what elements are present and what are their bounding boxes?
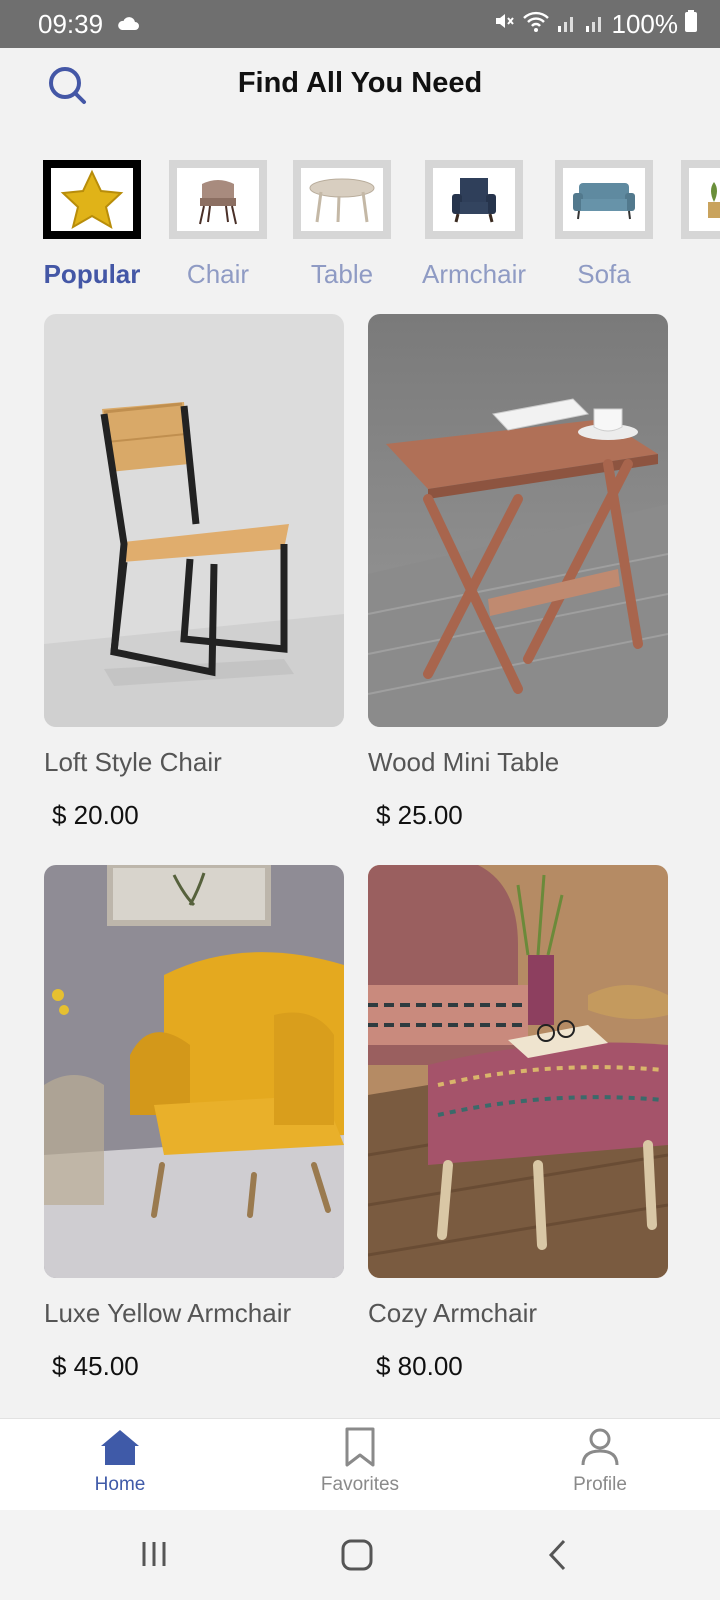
- star-icon: [51, 168, 133, 231]
- table-icon: [301, 168, 383, 231]
- category-table[interactable]: Table: [287, 160, 397, 290]
- category-thumb: [169, 160, 267, 239]
- product-card[interactable]: Luxe Yellow Armchair $ 45.00: [44, 865, 344, 1382]
- category-label: Armchair: [421, 259, 526, 289]
- nav-label: Favorites: [320, 1474, 400, 1495]
- status-bar: 09:39 100%: [0, 0, 720, 48]
- category-label: Popular: [43, 259, 141, 289]
- category-label: Chair: [186, 259, 250, 289]
- page-title: Find All You Need: [237, 67, 483, 99]
- category-popular[interactable]: Popular: [37, 160, 147, 290]
- product-card[interactable]: Loft Style Chair $ 20.00: [44, 314, 344, 831]
- system-navigation-bar: [0, 1510, 720, 1600]
- chair-icon: [177, 168, 259, 231]
- armchair-icon: [433, 168, 515, 231]
- category-list[interactable]: Popular Chair Table Armchair Sofa: [0, 160, 720, 300]
- battery-icon: [684, 9, 698, 40]
- status-time: 09:39: [38, 9, 104, 39]
- nav-label: Profile: [573, 1474, 627, 1495]
- category-sofa[interactable]: Sofa: [549, 160, 659, 290]
- mute-icon: [492, 9, 516, 40]
- product-image-wood-table[interactable]: [368, 314, 668, 727]
- nav-home[interactable]: Home: [40, 1427, 200, 1496]
- nav-profile[interactable]: Profile: [520, 1427, 680, 1496]
- bookmark-icon: [343, 1427, 377, 1471]
- product-card[interactable]: Wood Mini Table $ 25.00: [368, 314, 668, 831]
- category-thumb: [425, 160, 523, 239]
- product-image-cozy-armchair[interactable]: [368, 865, 668, 1278]
- bottom-navigation: Home Favorites Profile: [0, 1418, 720, 1510]
- product-image-yellow-armchair[interactable]: [44, 865, 344, 1278]
- product-price: $ 45.00: [52, 1351, 139, 1381]
- cloud-icon: [116, 15, 140, 36]
- category-thumb: [293, 160, 391, 239]
- person-icon: [580, 1428, 620, 1471]
- plant-icon: [689, 168, 720, 231]
- product-image-loft-chair[interactable]: [44, 314, 344, 727]
- sofa-icon: [563, 168, 645, 231]
- category-armchair[interactable]: Armchair: [419, 160, 529, 290]
- product-name: Wood Mini Table: [368, 747, 560, 777]
- recent-apps-button[interactable]: [138, 1538, 170, 1575]
- category-thumb: [555, 160, 653, 239]
- category-thumb: [681, 160, 720, 239]
- category-chair[interactable]: Chair: [163, 160, 273, 290]
- nav-label: Home: [94, 1474, 146, 1495]
- battery-level: 100%: [611, 9, 679, 39]
- product-price: $ 80.00: [376, 1351, 463, 1381]
- product-card[interactable]: Cozy Armchair $ 80.00: [368, 865, 668, 1382]
- category-label: Table: [310, 259, 374, 289]
- back-button[interactable]: [546, 1538, 570, 1577]
- product-price: $ 25.00: [376, 800, 463, 830]
- product-name: Luxe Yellow Armchair: [44, 1298, 292, 1328]
- category-thumb: [43, 160, 141, 239]
- category-label: Sofa: [577, 259, 631, 289]
- nav-favorites[interactable]: Favorites: [280, 1427, 440, 1496]
- signal-icon-2: [584, 9, 606, 40]
- product-name: Loft Style Chair: [44, 747, 222, 777]
- home-icon: [99, 1430, 141, 1471]
- wifi-icon: [522, 9, 550, 40]
- product-name: Cozy Armchair: [368, 1298, 538, 1328]
- category-more[interactable]: [675, 160, 720, 239]
- signal-icon: [556, 9, 578, 40]
- home-button[interactable]: [340, 1538, 374, 1577]
- product-price: $ 20.00: [52, 800, 139, 830]
